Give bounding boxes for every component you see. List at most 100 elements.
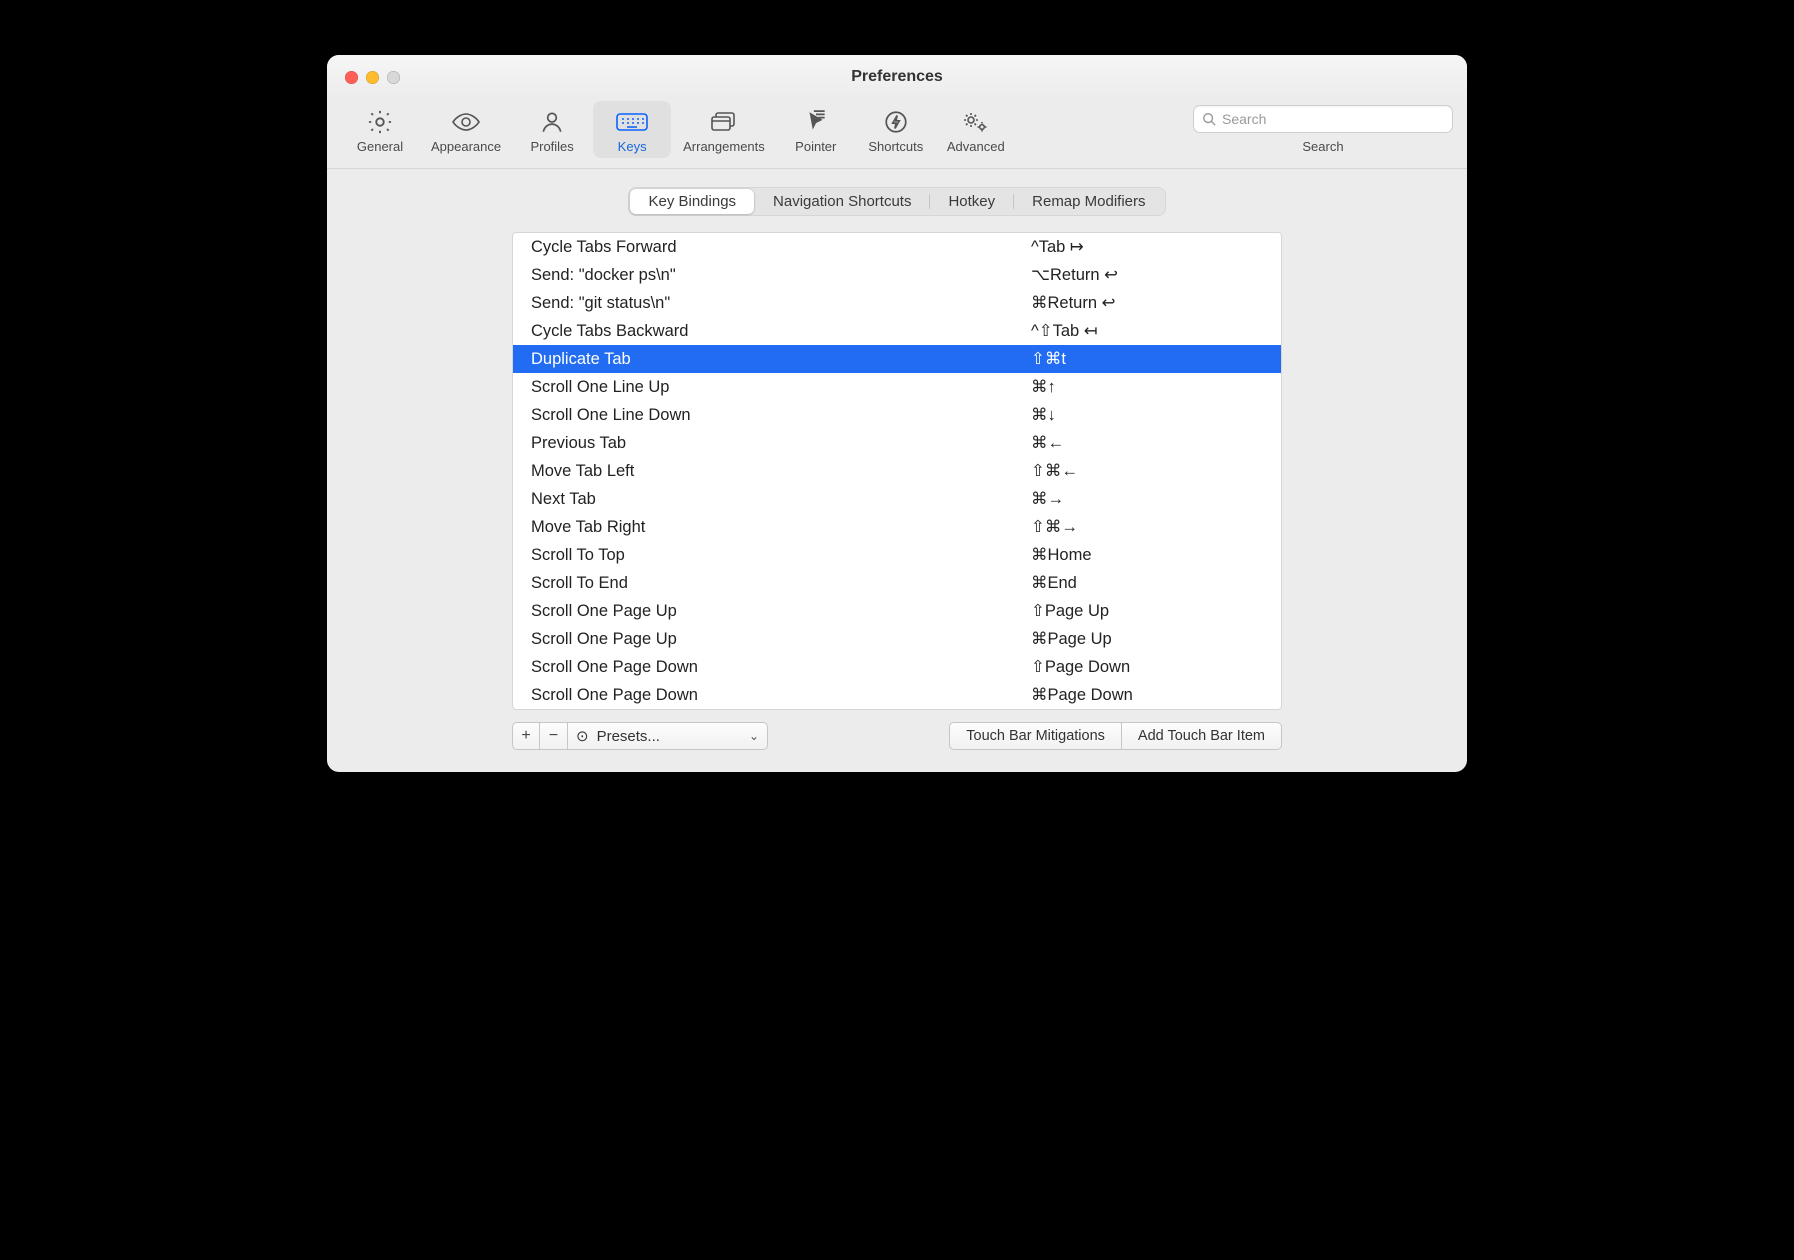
window-title: Preferences — [327, 68, 1467, 86]
gears-icon — [961, 107, 991, 137]
toolbar-item-profiles[interactable]: Profiles — [513, 101, 591, 158]
binding-action: Move Tab Left — [531, 458, 1031, 484]
toolbar-label: Shortcuts — [868, 139, 923, 154]
window-controls — [327, 71, 400, 84]
toolbar-item-appearance[interactable]: Appearance — [421, 101, 511, 158]
presets-popup[interactable]: ⊙ Presets... ⌄ — [568, 722, 768, 750]
toolbar-label: Keys — [618, 139, 647, 154]
remove-button[interactable]: − — [540, 722, 568, 750]
binding-action: Send: "docker ps\n" — [531, 262, 1031, 288]
toolbar-label: Advanced — [947, 139, 1005, 154]
bolt-icon — [883, 107, 909, 137]
person-icon — [539, 107, 565, 137]
key-bindings-table[interactable]: Cycle Tabs Forward^Tab ↦Send: "docker ps… — [512, 232, 1282, 710]
preferences-window: Preferences General Appearance Profiles — [327, 55, 1467, 772]
minimize-button[interactable] — [366, 71, 379, 84]
binding-shortcut: ⇧Page Down — [1031, 654, 1269, 680]
gear-icon — [366, 107, 394, 137]
binding-action: Previous Tab — [531, 430, 1031, 456]
search-input[interactable]: Search — [1193, 105, 1453, 133]
binding-shortcut: ⌥Return ↩ — [1031, 262, 1269, 288]
toolbar-label: Appearance — [431, 139, 501, 154]
binding-shortcut: ⌘Return ↩ — [1031, 290, 1269, 316]
binding-row[interactable]: Send: "docker ps\n"⌥Return ↩ — [513, 261, 1281, 289]
search-label: Search — [1302, 139, 1343, 154]
binding-action: Scroll One Line Down — [531, 402, 1031, 428]
binding-shortcut: ⌘→ — [1031, 486, 1269, 512]
cursor-icon — [803, 107, 829, 137]
binding-action: Scroll To Top — [531, 542, 1031, 568]
binding-action: Scroll One Page Up — [531, 626, 1031, 652]
tab-navigation-shortcuts[interactable]: Navigation Shortcuts — [755, 189, 929, 214]
binding-shortcut: ⌘End — [1031, 570, 1269, 596]
binding-row[interactable]: Send: "git status\n"⌘Return ↩ — [513, 289, 1281, 317]
tab-remap-modifiers[interactable]: Remap Modifiers — [1014, 189, 1163, 214]
binding-row[interactable]: Scroll One Page Down⇧Page Down — [513, 653, 1281, 681]
toolbar-item-advanced[interactable]: Advanced — [937, 101, 1015, 158]
presets-label: Presets... — [597, 728, 660, 745]
binding-row[interactable]: Scroll To Top⌘Home — [513, 541, 1281, 569]
binding-action: Next Tab — [531, 486, 1031, 512]
binding-row[interactable]: Duplicate Tab⇧⌘t — [513, 345, 1281, 373]
toolbar-label: General — [357, 139, 403, 154]
binding-shortcut: ⇧⌘t — [1031, 346, 1269, 372]
subtab-bar: Key BindingsNavigation ShortcutsHotkeyRe… — [347, 187, 1447, 216]
binding-row[interactable]: Scroll One Page Up⌘Page Up — [513, 625, 1281, 653]
binding-shortcut: ^⇧Tab ↤ — [1031, 318, 1269, 344]
binding-shortcut: ⌘Page Up — [1031, 626, 1269, 652]
zoom-button[interactable] — [387, 71, 400, 84]
toolbar: General Appearance Profiles Keys Arrange — [327, 99, 1467, 169]
binding-action: Cycle Tabs Forward — [531, 234, 1031, 260]
binding-row[interactable]: Cycle Tabs Forward^Tab ↦ — [513, 233, 1281, 261]
binding-action: Scroll One Page Down — [531, 654, 1031, 680]
toolbar-label: Profiles — [530, 139, 573, 154]
tab-key-bindings[interactable]: Key Bindings — [630, 189, 754, 214]
touch-bar-mitigations-button[interactable]: Touch Bar Mitigations — [949, 722, 1122, 750]
tab-hotkey[interactable]: Hotkey — [930, 189, 1013, 214]
binding-row[interactable]: Scroll One Line Up⌘↑ — [513, 373, 1281, 401]
toolbar-item-arrangements[interactable]: Arrangements — [673, 101, 775, 158]
search-icon — [1202, 112, 1216, 126]
toolbar-item-general[interactable]: General — [341, 101, 419, 158]
binding-action: Scroll One Line Up — [531, 374, 1031, 400]
chevron-down-icon: ⌄ — [749, 729, 759, 743]
binding-shortcut: ⇧⌘← — [1031, 458, 1269, 484]
toolbar-item-keys[interactable]: Keys — [593, 101, 671, 158]
binding-action: Move Tab Right — [531, 514, 1031, 540]
binding-row[interactable]: Move Tab Right⇧⌘→ — [513, 513, 1281, 541]
bottom-controls: + − ⊙ Presets... ⌄ Touch Bar Mitigations… — [512, 722, 1282, 750]
binding-row[interactable]: Cycle Tabs Backward^⇧Tab ↤ — [513, 317, 1281, 345]
ellipsis-icon: ⊙ — [576, 727, 589, 745]
binding-action: Send: "git status\n" — [531, 290, 1031, 316]
binding-row[interactable]: Scroll One Page Down⌘Page Down — [513, 681, 1281, 709]
binding-shortcut: ^Tab ↦ — [1031, 234, 1269, 260]
keyboard-icon — [615, 107, 649, 137]
binding-shortcut: ⌘↓ — [1031, 402, 1269, 428]
binding-row[interactable]: Scroll One Page Up⇧Page Up — [513, 597, 1281, 625]
add-button[interactable]: + — [512, 722, 540, 750]
binding-row[interactable]: Previous Tab⌘← — [513, 429, 1281, 457]
binding-shortcut: ⌘Page Down — [1031, 682, 1269, 708]
binding-action: Scroll One Page Down — [531, 682, 1031, 708]
toolbar-search: Search Search — [1193, 101, 1453, 154]
segmented-control: Key BindingsNavigation ShortcutsHotkeyRe… — [628, 187, 1165, 216]
toolbar-item-shortcuts[interactable]: Shortcuts — [857, 101, 935, 158]
binding-shortcut: ⌘← — [1031, 430, 1269, 456]
binding-action: Scroll To End — [531, 570, 1031, 596]
toolbar-item-pointer[interactable]: Pointer — [777, 101, 855, 158]
binding-row[interactable]: Scroll One Line Down⌘↓ — [513, 401, 1281, 429]
toolbar-label: Pointer — [795, 139, 836, 154]
add-touch-bar-item-button[interactable]: Add Touch Bar Item — [1122, 722, 1282, 750]
binding-shortcut: ⌘↑ — [1031, 374, 1269, 400]
binding-row[interactable]: Scroll To End⌘End — [513, 569, 1281, 597]
preferences-body: Key BindingsNavigation ShortcutsHotkeyRe… — [327, 169, 1467, 772]
right-button-group: Touch Bar Mitigations Add Touch Bar Item — [949, 722, 1282, 750]
binding-action: Scroll One Page Up — [531, 598, 1031, 624]
binding-row[interactable]: Next Tab⌘→ — [513, 485, 1281, 513]
close-button[interactable] — [345, 71, 358, 84]
binding-shortcut: ⇧⌘→ — [1031, 514, 1269, 540]
binding-row[interactable]: Move Tab Left⇧⌘← — [513, 457, 1281, 485]
binding-action: Cycle Tabs Backward — [531, 318, 1031, 344]
toolbar-label: Arrangements — [683, 139, 765, 154]
binding-action: Duplicate Tab — [531, 346, 1031, 372]
